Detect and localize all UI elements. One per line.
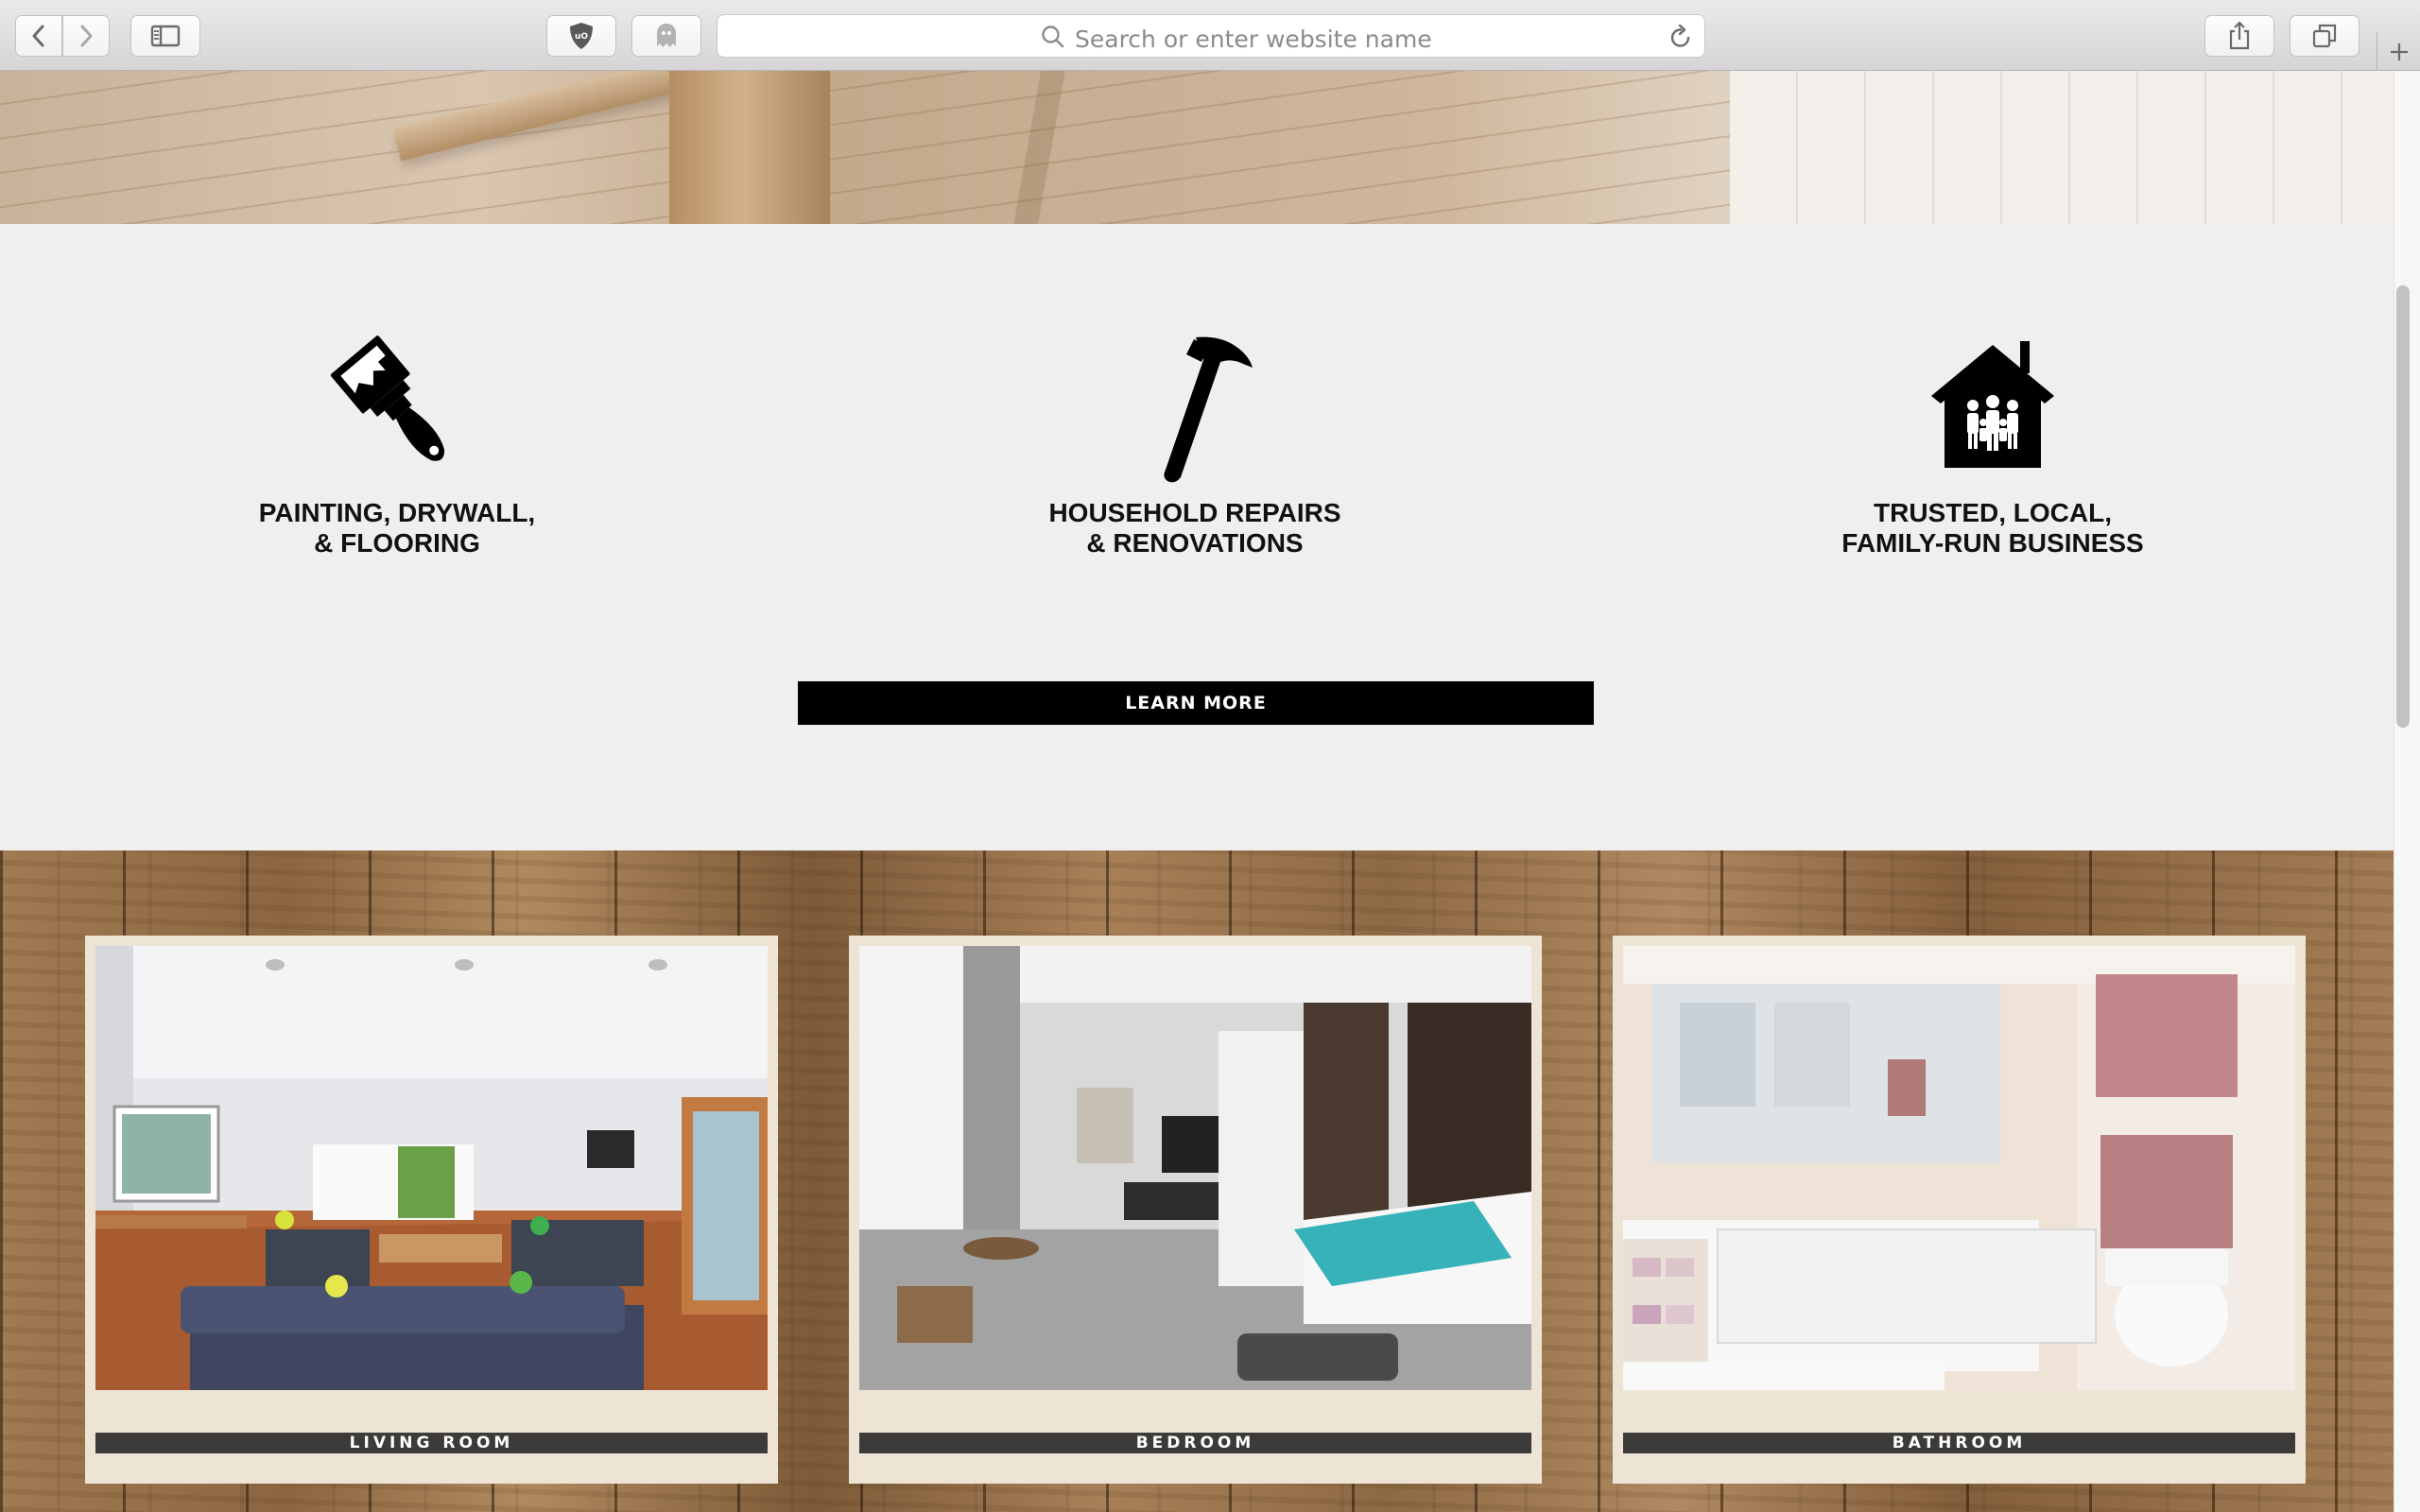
rooms-section: LIVING ROOM BEDROOM BATHROOM — [0, 850, 2394, 1512]
tabs-icon — [2312, 24, 2337, 48]
living-room-photo[interactable] — [95, 946, 768, 1390]
share-button[interactable] — [2204, 15, 2274, 57]
living-room-image — [95, 946, 768, 1390]
sidebar-icon — [150, 25, 181, 47]
feature-repairs: HOUSEHOLD REPAIRS & RENOVATIONS — [949, 326, 1441, 558]
search-icon — [1042, 26, 1064, 48]
page-scrollbar-thumb[interactable] — [2396, 285, 2410, 728]
back-button[interactable] — [15, 15, 62, 57]
bedroom-image — [859, 946, 1531, 1390]
services-section: PAINTING, DRYWALL, & FLOORING HOUSEHOLD … — [0, 224, 2394, 850]
chevron-left-icon — [32, 25, 44, 47]
feature-title-painting: PAINTING, DRYWALL, & FLOORING — [258, 498, 536, 558]
feature-title-trusted: TRUSTED, LOCAL, FAMILY-RUN BUSINESS — [1841, 498, 2144, 558]
forward-button[interactable] — [62, 15, 110, 57]
room-label-bathroom: BATHROOM — [1623, 1433, 2295, 1453]
feature-title-repairs: HOUSEHOLD REPAIRS & RENOVATIONS — [1048, 498, 1341, 558]
room-card-bathroom[interactable]: BATHROOM — [1613, 936, 2306, 1484]
room-card-living[interactable]: LIVING ROOM — [85, 936, 778, 1484]
hero-wall — [1730, 71, 2394, 224]
reload-icon[interactable] — [1668, 24, 1693, 50]
feature-painting: PAINTING, DRYWALL, & FLOORING — [151, 326, 643, 558]
ublock-shield-icon: uO — [570, 23, 593, 49]
web-page: PAINTING, DRYWALL, & FLOORING HOUSEHOLD … — [0, 71, 2394, 1512]
hero-beam — [669, 71, 830, 224]
learn-more-button[interactable]: LEARN MORE — [798, 681, 1594, 725]
room-label-living: LIVING ROOM — [95, 1433, 768, 1453]
sidebar-button[interactable] — [130, 15, 200, 57]
tabs-overview-button[interactable] — [2290, 15, 2360, 57]
address-bar[interactable]: Search or enter website name — [717, 14, 1705, 58]
ghost-icon — [657, 24, 676, 47]
address-placeholder: Search or enter website name — [1075, 26, 1432, 53]
paintbrush-icon — [330, 335, 444, 461]
svg-text:uO: uO — [575, 32, 588, 42]
ghostery-extension-button[interactable] — [631, 15, 701, 57]
ublock-extension-button[interactable]: uO — [546, 15, 616, 57]
room-label-bedroom: BEDROOM — [859, 1433, 1531, 1453]
share-icon — [2229, 21, 2250, 50]
plus-icon — [2390, 43, 2408, 60]
new-tab-button[interactable] — [2377, 32, 2420, 71]
browser-toolbar: uO Search or enter website name — [0, 0, 2420, 71]
chevron-right-icon — [80, 25, 93, 47]
bathroom-image — [1623, 946, 2295, 1390]
room-card-bedroom[interactable]: BEDROOM — [849, 936, 1542, 1484]
hero-image — [0, 71, 2394, 224]
bathroom-photo[interactable] — [1623, 946, 2295, 1390]
feature-trusted: TRUSTED, LOCAL, FAMILY-RUN BUSINESS — [1747, 326, 2238, 558]
hammer-icon — [1164, 336, 1253, 483]
family-house-icon — [1931, 341, 2054, 468]
bedroom-photo[interactable] — [859, 946, 1531, 1390]
